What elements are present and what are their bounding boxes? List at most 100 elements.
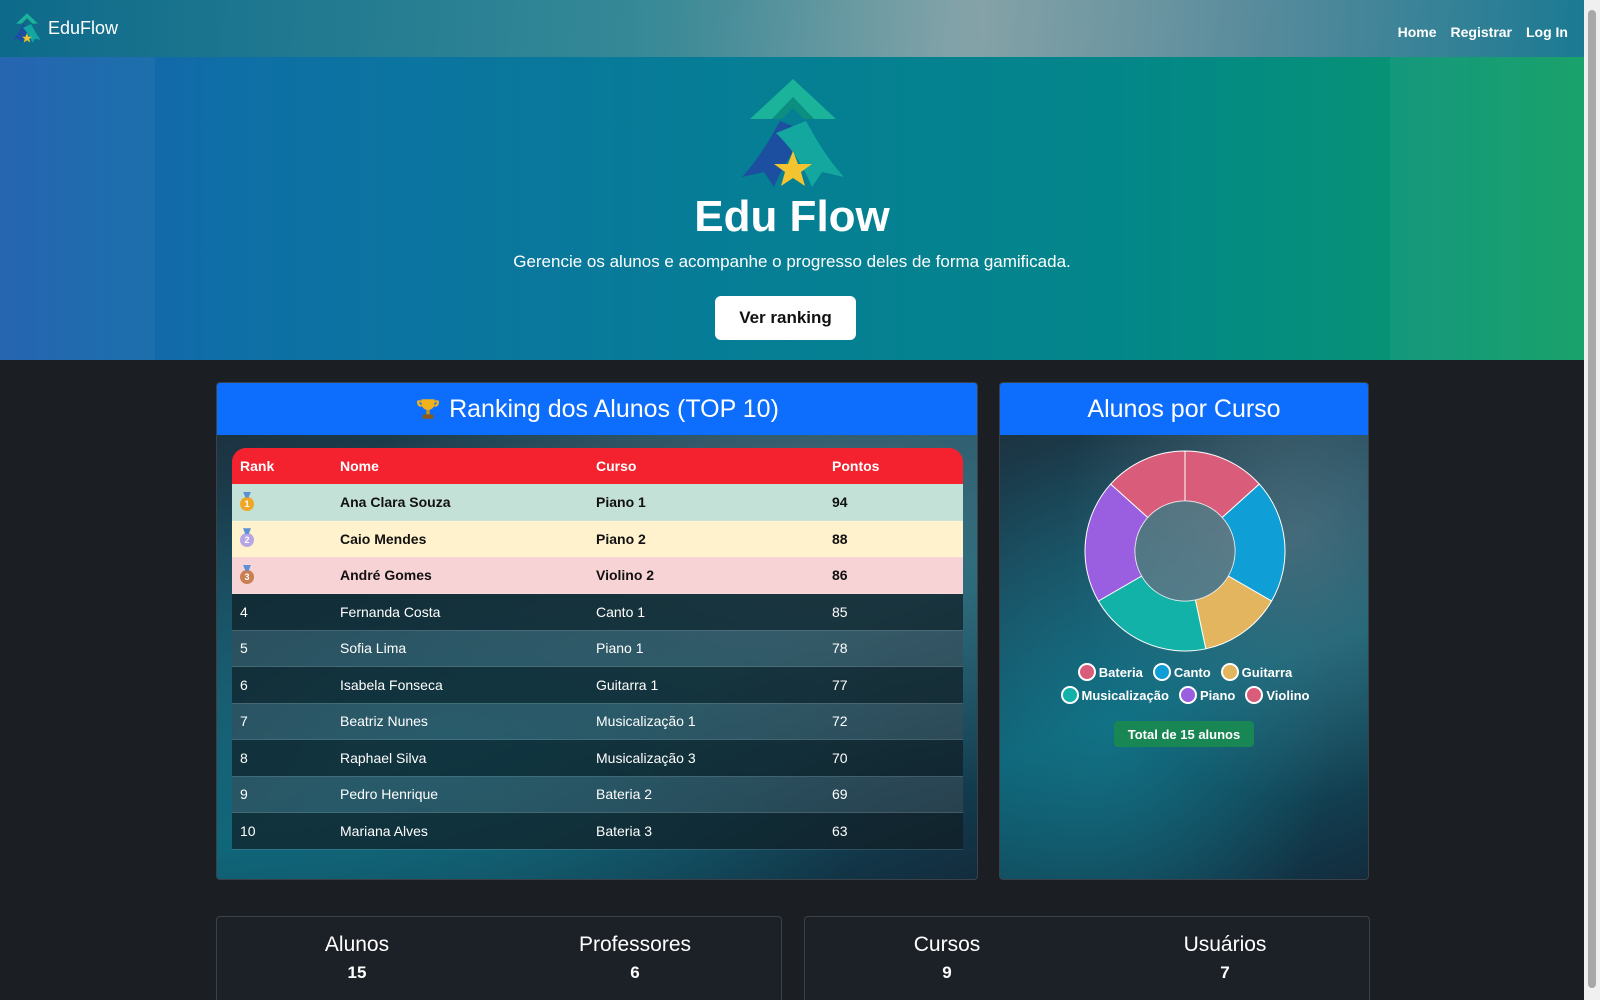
name-cell: Sofia Lima <box>332 630 588 667</box>
legend-item-violino[interactable]: Violino <box>1245 686 1309 704</box>
stat-value: 15 <box>347 963 367 982</box>
legend-item-musicalização[interactable]: Musicalização <box>1060 686 1169 704</box>
points-cell: 88 <box>824 520 963 558</box>
rank-cell: 10 <box>232 812 332 850</box>
course-cell: Piano 2 <box>588 520 824 558</box>
course-donut-chart[interactable] <box>1075 441 1295 661</box>
name-cell: Caio Mendes <box>332 520 588 558</box>
col-points-header: Pontos <box>824 448 963 484</box>
ranking-card: Ranking dos Alunos (TOP 10) Rank Nome Cu… <box>216 382 978 880</box>
name-cell: Mariana Alves <box>332 812 588 850</box>
donut-hole <box>1135 501 1235 601</box>
course-cell: Piano 1 <box>588 630 824 667</box>
nav-register-link[interactable]: Registrar <box>1451 24 1512 40</box>
table-header-row: Rank Nome Curso Pontos <box>232 448 963 484</box>
legend-swatch <box>1077 663 1096 681</box>
legend-label: Canto <box>1173 664 1211 680</box>
bronze-medal-icon: 3 <box>240 569 254 584</box>
rank-cell: 9 <box>232 776 332 813</box>
view-ranking-button[interactable]: Ver ranking <box>715 296 856 340</box>
name-cell: Isabela Fonseca <box>332 666 588 704</box>
table-row: 5 Sofia Lima Piano 1 78 <box>232 630 963 667</box>
stat-label: Cursos <box>913 933 981 956</box>
table-row: 10 Mariana Alves Bateria 3 63 <box>232 812 963 850</box>
table-row: 3 André Gomes Violino 2 86 <box>232 557 963 594</box>
brand-name: EduFlow <box>48 17 119 38</box>
rank-cell: 7 <box>232 703 332 740</box>
course-cell: Musicalização 3 <box>588 739 824 777</box>
table-row: 4 Fernanda Costa Canto 1 85 <box>232 593 963 631</box>
col-course-header: Curso <box>588 448 824 484</box>
rank-cell: 8 <box>232 739 332 777</box>
rank-cell: 5 <box>232 630 332 667</box>
chart-header: Alunos por Curso <box>1000 383 1368 435</box>
stat-value: 7 <box>1220 963 1230 982</box>
stat-label: Usuários <box>1183 933 1267 956</box>
name-cell: André Gomes <box>332 557 588 594</box>
points-cell: 78 <box>824 630 963 667</box>
stat-value: 9 <box>942 963 952 982</box>
legend-swatch <box>1060 686 1079 704</box>
nav-home-link[interactable]: Home <box>1398 24 1437 40</box>
legend-label: Bateria <box>1098 664 1143 680</box>
name-cell: Fernanda Costa <box>332 593 588 631</box>
hero-title: Edu Flow <box>694 192 890 241</box>
course-cell: Piano 1 <box>588 484 824 521</box>
scrollbar-thumb[interactable] <box>1588 10 1596 988</box>
points-cell: 94 <box>824 484 963 521</box>
stat-students: Alunos 15 <box>257 933 457 983</box>
total-students-badge: Total de 15 alunos <box>1114 721 1254 747</box>
stats-card-system: Cursos 9 Usuários 7 <box>804 916 1370 1000</box>
legend-swatch <box>1178 686 1197 704</box>
ranking-title: Ranking dos Alunos (TOP 10) <box>449 394 779 423</box>
rank-cell: 4 <box>232 593 332 631</box>
course-chart-card: Alunos por Curso Bateria Canto Guitarra Mus… <box>999 382 1369 880</box>
hero-subtitle: Gerencie os alunos e acompanhe o progres… <box>513 252 1071 271</box>
eduflow-hero-logo-icon <box>742 79 844 187</box>
rank-cell: 2 <box>232 520 332 558</box>
legend-row: Bateria Canto Guitarra <box>1010 663 1360 681</box>
legend-label: Piano <box>1199 687 1236 703</box>
points-cell: 69 <box>824 776 963 813</box>
legend-item-piano[interactable]: Piano <box>1178 686 1236 704</box>
stats-card-people: Alunos 15 Professores 6 <box>216 916 782 1000</box>
stat-value: 6 <box>630 963 640 982</box>
legend-item-guitarra[interactable]: Guitarra <box>1220 663 1292 681</box>
table-row: 1 Ana Clara Souza Piano 1 94 <box>232 484 963 521</box>
ranking-table: Rank Nome Curso Pontos 1 Ana Clara Souza… <box>232 448 963 850</box>
legend-swatch <box>1245 686 1264 704</box>
legend-label: Musicalização <box>1081 687 1169 703</box>
brand[interactable]: EduFlow <box>12 12 118 44</box>
points-cell: 77 <box>824 666 963 704</box>
rank-cell: 3 <box>232 557 332 594</box>
legend-item-canto[interactable]: Canto <box>1152 663 1211 681</box>
table-row: 6 Isabela Fonseca Guitarra 1 77 <box>232 666 963 704</box>
legend-item-bateria[interactable]: Bateria <box>1077 663 1143 681</box>
col-name-header: Nome <box>332 448 588 484</box>
name-cell: Ana Clara Souza <box>332 484 588 521</box>
points-cell: 70 <box>824 739 963 777</box>
course-cell: Bateria 3 <box>588 812 824 850</box>
trophy-icon <box>417 399 440 419</box>
nav-links: Home Registrar Log In <box>1398 24 1568 40</box>
course-cell: Bateria 2 <box>588 776 824 813</box>
course-cell: Violino 2 <box>588 557 824 594</box>
points-cell: 63 <box>824 812 963 850</box>
name-cell: Beatriz Nunes <box>332 703 588 740</box>
stat-teachers: Professores 6 <box>535 933 735 983</box>
page-scrollbar[interactable] <box>1584 0 1600 1000</box>
legend-swatch <box>1220 663 1239 681</box>
course-cell: Canto 1 <box>588 593 824 631</box>
chart-title: Alunos por Curso <box>1087 394 1281 423</box>
stat-label: Alunos <box>324 933 390 956</box>
chart-legend: Bateria Canto Guitarra Musicalização Piano Vi… <box>1010 663 1360 704</box>
name-cell: Raphael Silva <box>332 739 588 777</box>
table-row: 7 Beatriz Nunes Musicalização 1 72 <box>232 703 963 740</box>
table-row: 9 Pedro Henrique Bateria 2 69 <box>232 776 963 813</box>
points-cell: 85 <box>824 593 963 631</box>
points-cell: 72 <box>824 703 963 740</box>
navbar: EduFlow Home Registrar Log In <box>0 0 1584 57</box>
nav-login-link[interactable]: Log In <box>1526 24 1568 40</box>
legend-swatch <box>1152 663 1171 681</box>
stat-label: Professores <box>578 933 692 956</box>
